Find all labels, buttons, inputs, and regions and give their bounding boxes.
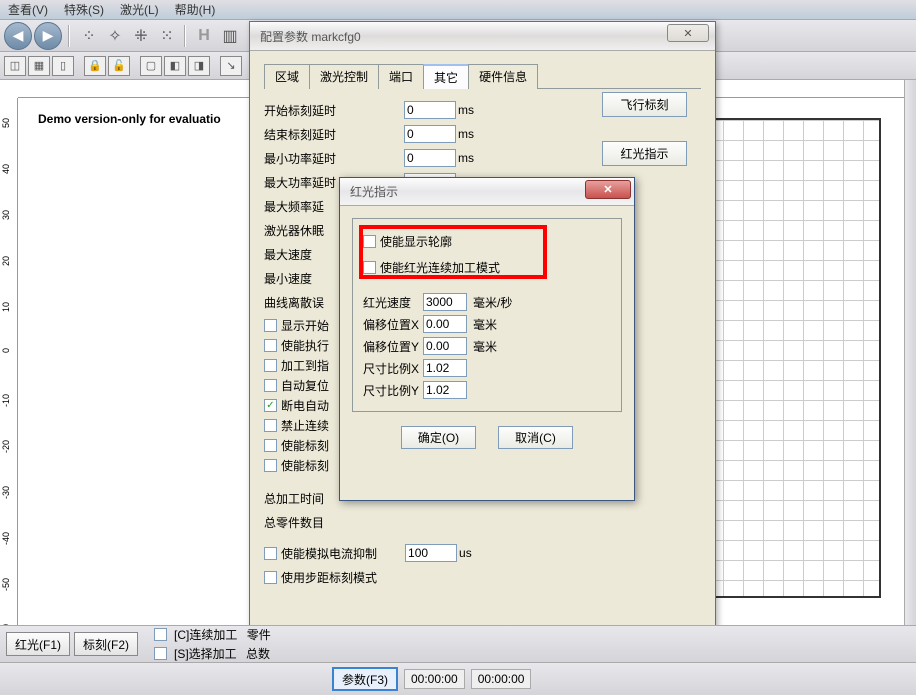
redlight-f1-button[interactable]: 红光(F1) <box>6 632 70 656</box>
redlight-cancel-button[interactable]: 取消(C) <box>498 426 573 449</box>
lock-1-icon[interactable]: 🔒 <box>84 56 106 76</box>
config-tabs: 区域 激光控制 端口 其它 硬件信息 <box>264 63 701 89</box>
arrow-icon[interactable]: ↘ <box>220 56 242 76</box>
check-forbid-cont[interactable] <box>264 419 277 432</box>
redlight-group: 使能显示轮廓 使能红光连续加工模式 红光速度毫米/秒 偏移位置X毫米 偏移位置Y… <box>352 218 622 412</box>
check-select-process[interactable] <box>154 647 167 660</box>
label-start-mark-delay: 开始标刻延时 <box>264 102 404 119</box>
input-red-speed[interactable] <box>423 293 467 311</box>
tool-dots-1-icon[interactable]: ⁘ <box>76 24 100 48</box>
input-start-mark-delay[interactable] <box>404 101 456 119</box>
sel-tool-2-icon[interactable]: ▦ <box>28 56 50 76</box>
check-power-auto[interactable] <box>264 399 277 412</box>
redlight-dialog: 红光指示 ✕ 使能显示轮廓 使能红光连续加工模式 红光速度毫米/秒 偏移位置X毫… <box>339 177 635 501</box>
label-total-parts: 总零件数目 <box>264 514 404 531</box>
config-dialog-titlebar[interactable]: 配置参数 markcfg0 ✕ <box>250 22 715 51</box>
check-redlight-continuous[interactable] <box>363 261 376 274</box>
redlight-ok-button[interactable]: 确定(O) <box>401 426 476 449</box>
label-offset-y: 偏移位置Y <box>363 338 423 355</box>
redlight-dialog-titlebar[interactable]: 红光指示 ✕ <box>340 178 634 206</box>
check-show-start[interactable] <box>264 319 277 332</box>
check-show-contour[interactable] <box>363 235 376 248</box>
shape-3-icon[interactable]: ◨ <box>188 56 210 76</box>
input-end-mark-delay[interactable] <box>404 125 456 143</box>
label-offset-x: 偏移位置X <box>363 316 423 333</box>
tab-hardware-info[interactable]: 硬件信息 <box>468 64 538 89</box>
status-time-1: 00:00:00 <box>404 669 465 689</box>
check-enable-mark1[interactable] <box>264 439 277 452</box>
unit-ms: ms <box>458 103 488 117</box>
check-continuous-process[interactable] <box>154 628 167 641</box>
check-step-mode[interactable] <box>264 571 277 584</box>
input-suppress-val[interactable] <box>405 544 457 562</box>
fly-mark-button[interactable]: 飞行标刻 <box>602 92 687 117</box>
shape-1-icon[interactable]: ▢ <box>140 56 162 76</box>
input-scale-y[interactable] <box>423 381 467 399</box>
menu-view[interactable]: 查看(V) <box>8 1 48 18</box>
input-offset-x[interactable] <box>423 315 467 333</box>
menu-bar: 查看(V) 特殊(S) 激光(L) 帮助(H) <box>0 0 916 20</box>
label-end-mark-delay: 结束标刻延时 <box>264 126 404 143</box>
right-gutter <box>904 80 916 625</box>
tool-dots-2-icon[interactable]: ✧ <box>102 24 126 48</box>
tab-area[interactable]: 区域 <box>264 64 310 89</box>
tool-column-icon[interactable]: ▥ <box>218 24 242 48</box>
shape-2-icon[interactable]: ◧ <box>164 56 186 76</box>
tab-port[interactable]: 端口 <box>378 64 424 89</box>
mark-f2-button[interactable]: 标刻(F2) <box>74 632 138 656</box>
input-scale-x[interactable] <box>423 359 467 377</box>
status-bar: 参数(F3) 00:00:00 00:00:00 <box>0 662 916 695</box>
config-dialog-title: 配置参数 markcfg0 <box>260 28 361 45</box>
menu-special[interactable]: 特殊(S) <box>64 1 104 18</box>
tab-other[interactable]: 其它 <box>423 64 469 89</box>
check-enable-exec[interactable] <box>264 339 277 352</box>
sel-tool-1-icon[interactable]: ◫ <box>4 56 26 76</box>
forward-button[interactable]: ▶ <box>34 22 62 50</box>
tab-laser-control[interactable]: 激光控制 <box>309 64 379 89</box>
param-f3-button[interactable]: 参数(F3) <box>332 667 398 691</box>
status-time-2: 00:00:00 <box>471 669 532 689</box>
menu-help[interactable]: 帮助(H) <box>175 1 216 18</box>
sel-tool-3-icon[interactable]: ▯ <box>52 56 74 76</box>
label-scale-y: 尺寸比例Y <box>363 382 423 399</box>
bottom-toolbar: 红光(F1) 标刻(F2) [C]连续加工 零件 [S]选择加工 总数 <box>0 625 916 662</box>
input-offset-y[interactable] <box>423 337 467 355</box>
menu-laser[interactable]: 激光(L) <box>120 1 159 18</box>
tool-dots-4-icon[interactable]: ⁙ <box>154 24 178 48</box>
check-enable-mark2[interactable] <box>264 459 277 472</box>
check-process-to[interactable] <box>264 359 277 372</box>
demo-watermark: Demo version-only for evaluatio <box>38 112 221 126</box>
redlight-dialog-title: 红光指示 <box>350 183 398 200</box>
back-button[interactable]: ◀ <box>4 22 32 50</box>
label-scale-x: 尺寸比例X <box>363 360 423 377</box>
ruler-vertical: 50 40 30 20 10 0 -10 -20 -30 -40 -50 -60 <box>0 98 18 625</box>
config-close-button[interactable]: ✕ <box>667 24 709 42</box>
tool-dots-3-icon[interactable]: ⁜ <box>128 24 152 48</box>
redlight-close-button[interactable]: ✕ <box>585 180 631 199</box>
label-red-speed: 红光速度 <box>363 294 423 311</box>
label-min-power-delay: 最小功率延时 <box>264 150 404 167</box>
check-suppress-current[interactable] <box>264 547 277 560</box>
check-auto-reset[interactable] <box>264 379 277 392</box>
redlight-button[interactable]: 红光指示 <box>602 141 687 166</box>
lock-2-icon[interactable]: 🔓 <box>108 56 130 76</box>
input-min-power-delay[interactable] <box>404 149 456 167</box>
tool-h-icon[interactable]: H <box>192 24 216 48</box>
